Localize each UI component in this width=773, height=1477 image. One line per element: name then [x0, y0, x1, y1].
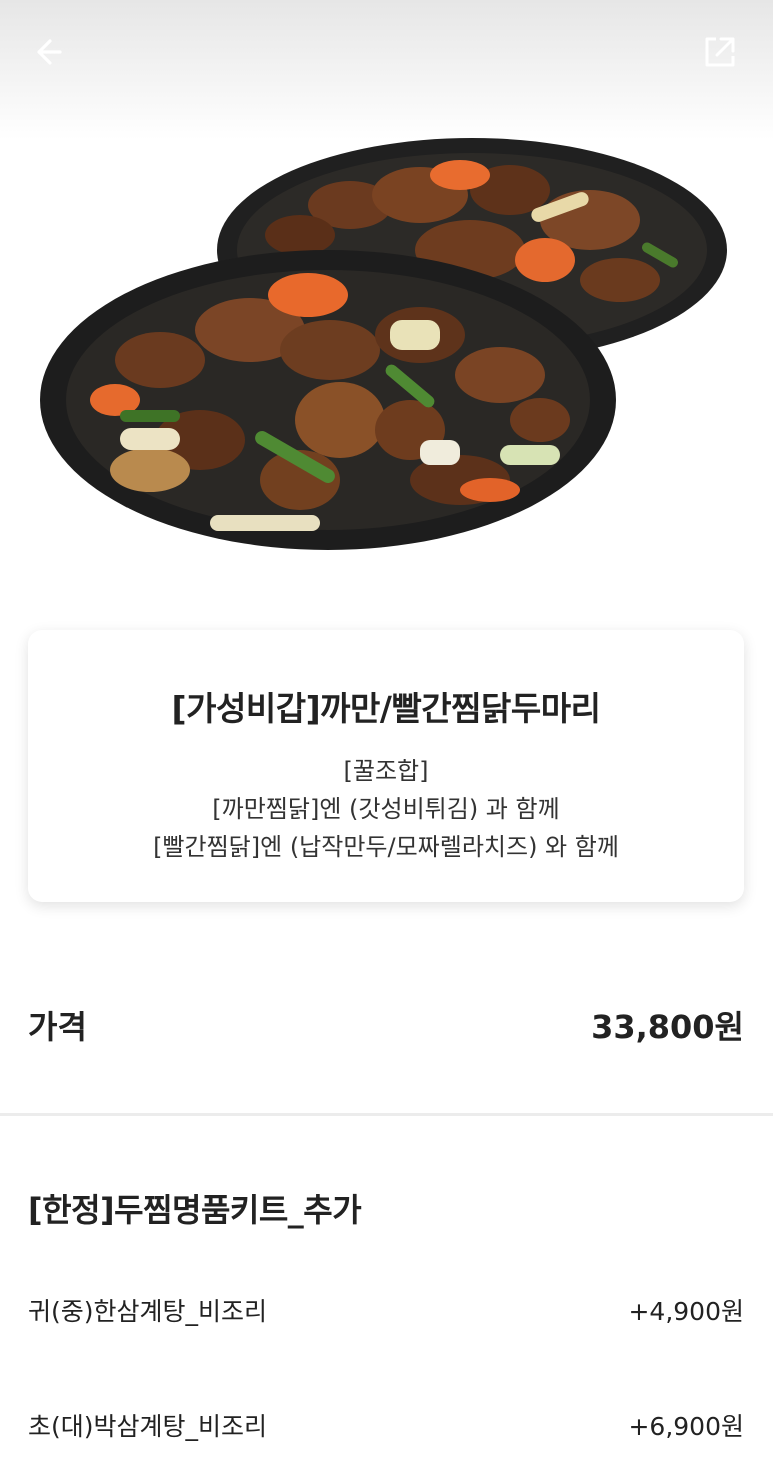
- product-title: [가성비갑]까만/빨간찜닭두마리: [171, 689, 601, 728]
- option-item[interactable]: 귀(중)한삼계탕_비조리 +4,900원: [28, 1290, 744, 1330]
- arrow-left-icon: [37, 39, 62, 65]
- description-line: [꿀조합]: [343, 757, 429, 785]
- braised-chicken-image: [40, 138, 727, 550]
- description-line: [빨간찜닭]엔 (납작만두/모짜렐라치즈) 와 함께: [153, 833, 619, 861]
- description-line: [까만찜닭]엔 (갓성비튀김) 과 함께: [212, 795, 560, 823]
- product-info-card: [가성비갑]까만/빨간찜닭두마리 [꿀조합] [까만찜닭]엔 (갓성비튀김) 과…: [28, 630, 744, 902]
- option-price: +6,900원: [628, 1412, 744, 1441]
- product-image-area: [0, 0, 773, 620]
- product-description: [꿀조합] [까만찜닭]엔 (갓성비튀김) 과 함께 [빨간찜닭]엔 (납작만두…: [28, 752, 744, 866]
- back-button[interactable]: [30, 30, 74, 74]
- section-divider: [0, 1113, 773, 1116]
- option-name: 초(대)박삼계탕_비조리: [28, 1412, 268, 1441]
- option-price: +4,900원: [628, 1297, 744, 1326]
- price-value: 33,800원: [591, 1008, 744, 1046]
- option-group-title: [한정]두찜명품키트_추가: [28, 1191, 362, 1229]
- share-button[interactable]: [698, 30, 742, 74]
- option-name: 귀(중)한삼계탕_비조리: [28, 1297, 268, 1326]
- price-label: 가격: [28, 1008, 87, 1046]
- price-row: 가격 33,800원: [28, 1000, 744, 1050]
- option-item[interactable]: 초(대)박삼계탕_비조리 +6,900원: [28, 1405, 744, 1445]
- share-external-icon: [705, 37, 735, 67]
